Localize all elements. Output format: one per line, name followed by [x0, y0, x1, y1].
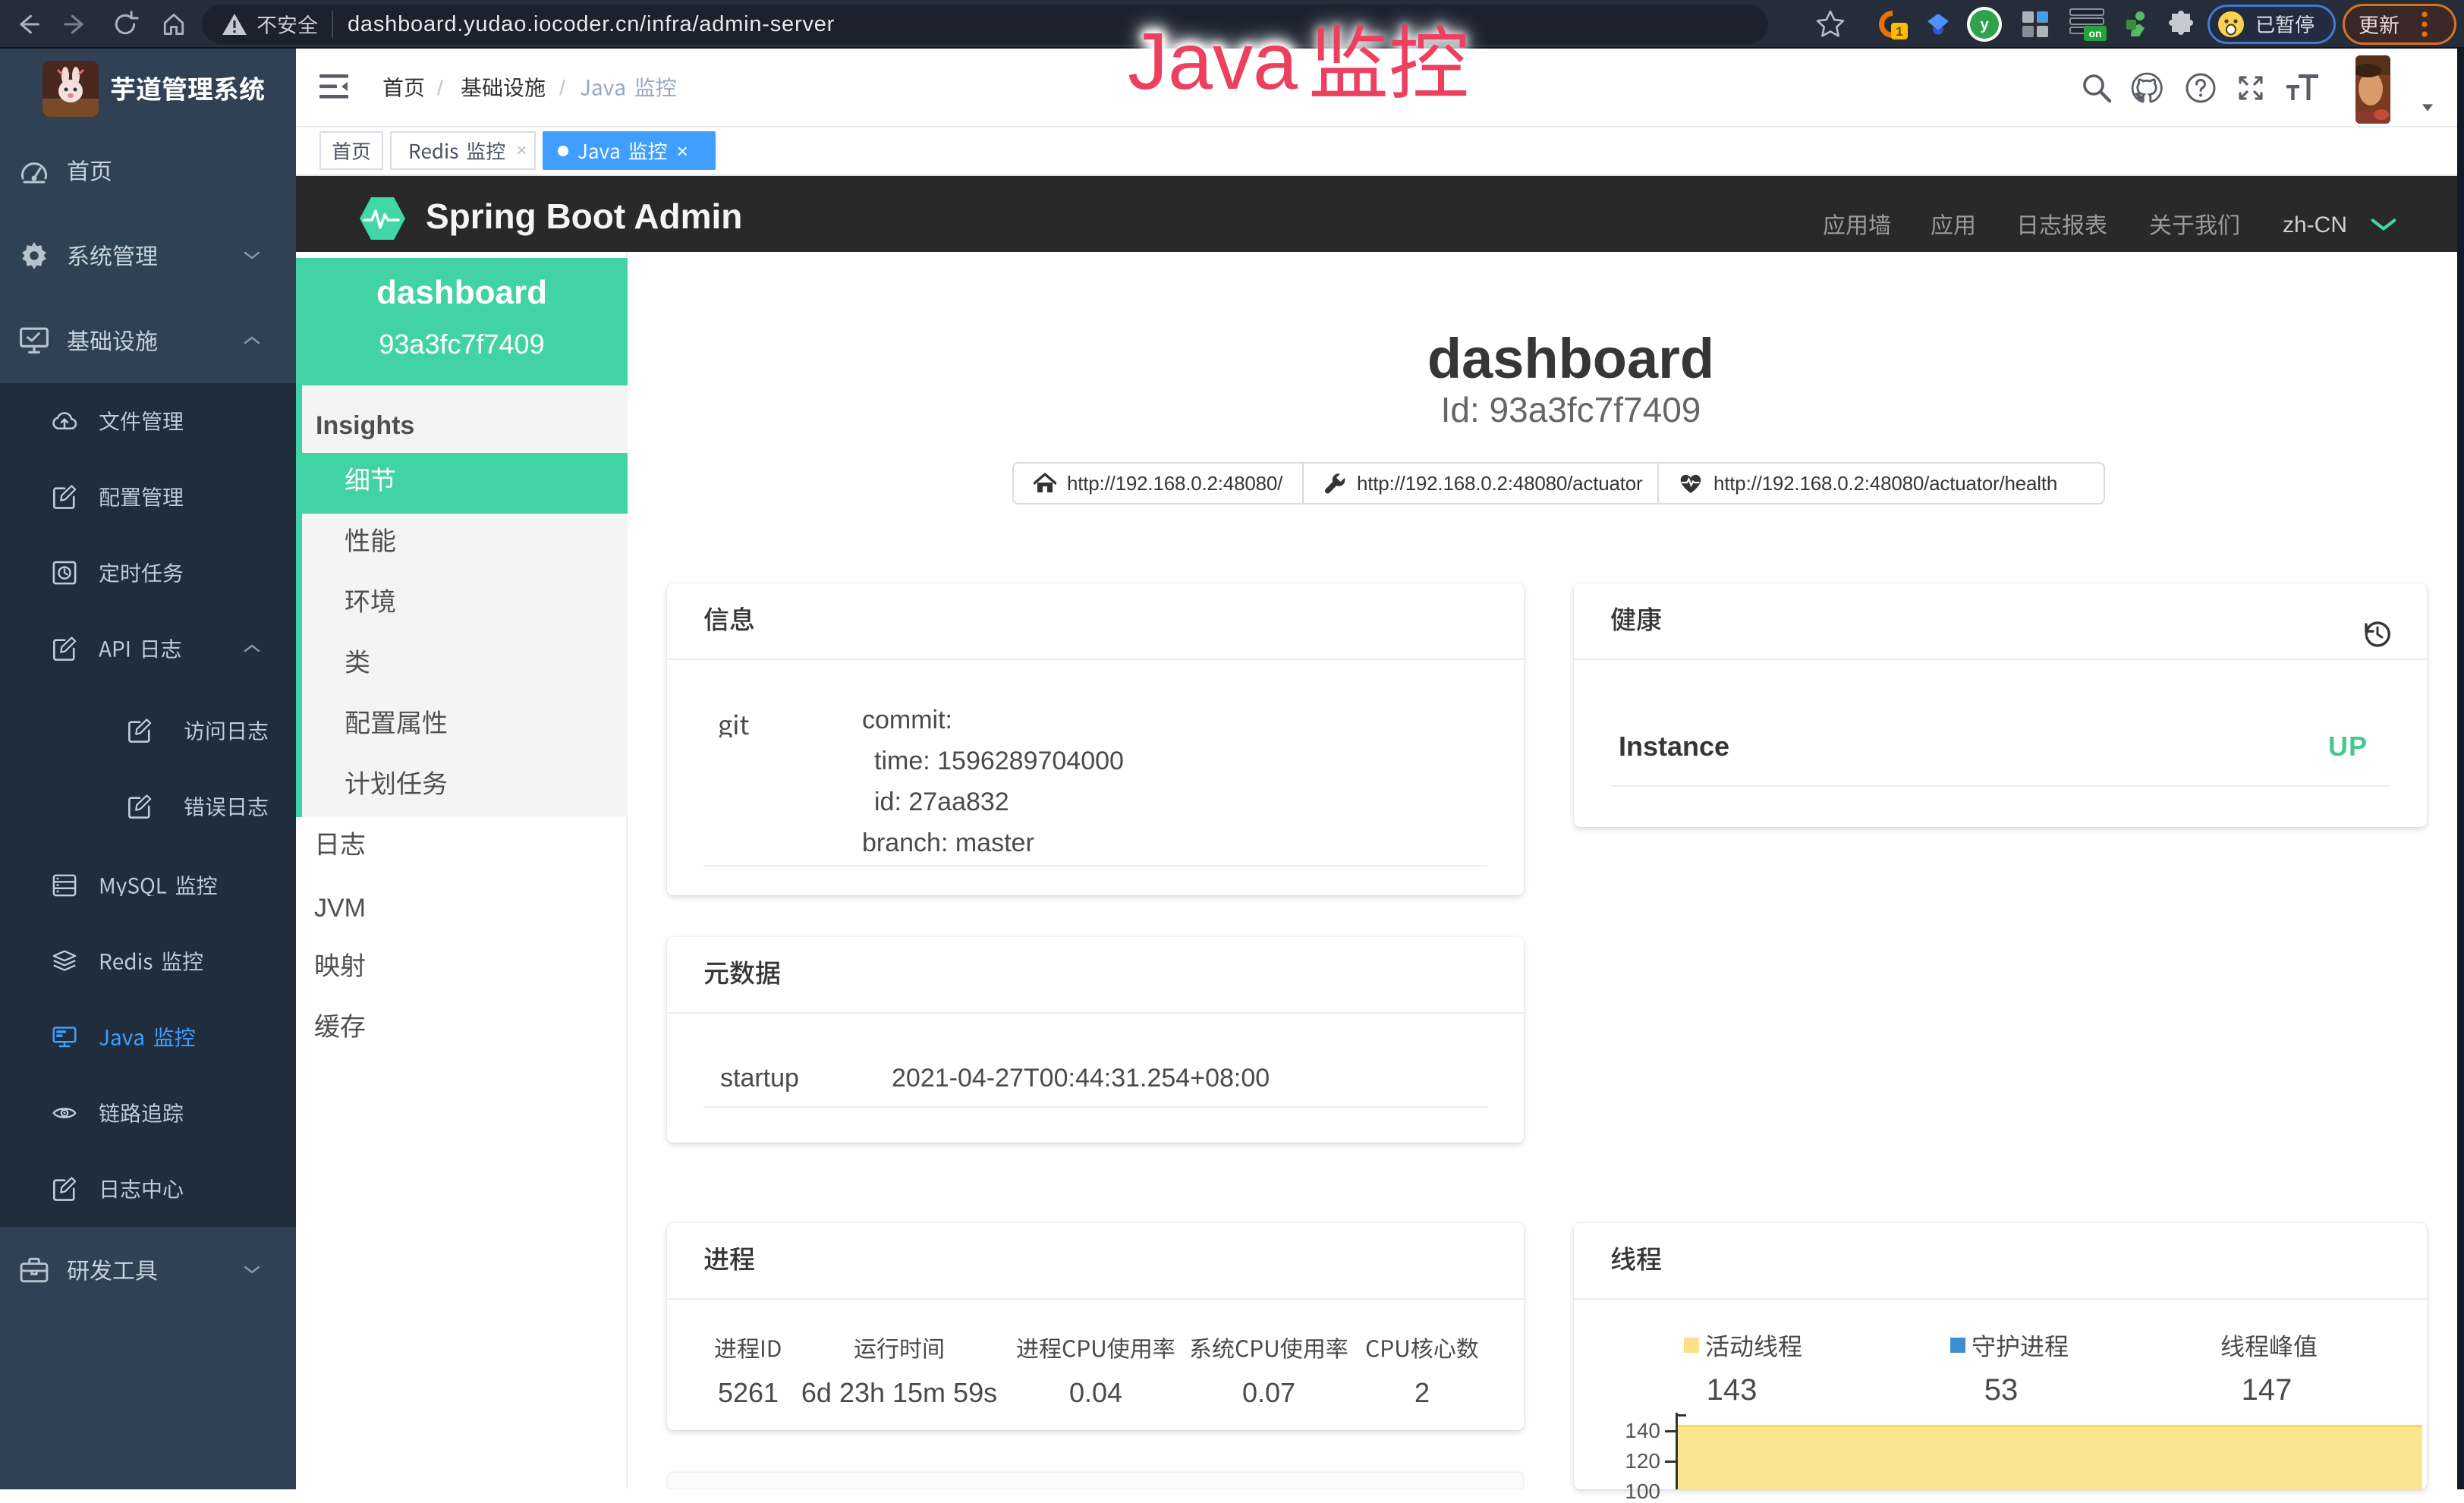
svg-text:on: on [2088, 27, 2101, 39]
svg-text:1: 1 [1896, 24, 1902, 39]
svg-text:y: y [1980, 17, 1989, 33]
